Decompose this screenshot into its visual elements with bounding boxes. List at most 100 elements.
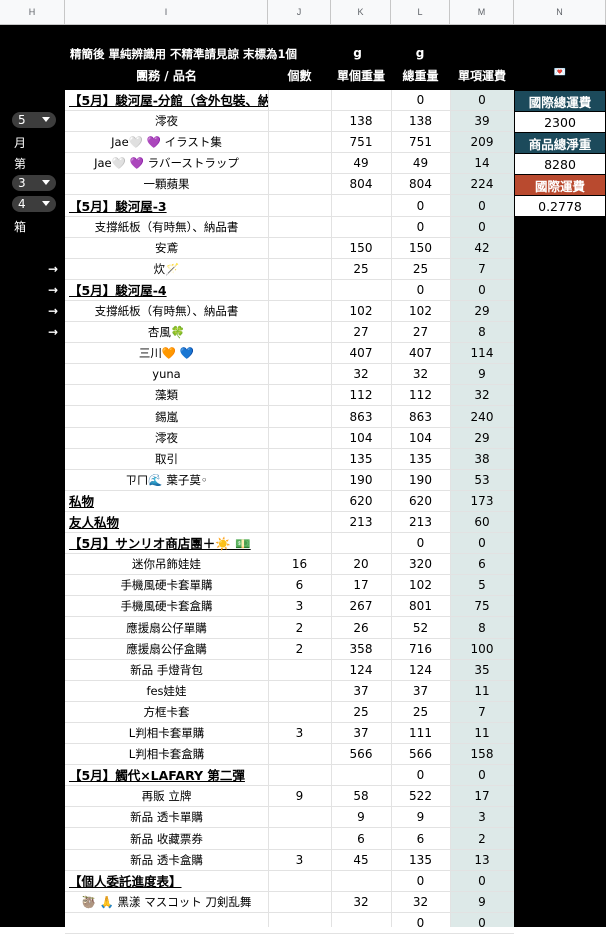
item-name-cell[interactable]: 【個人委託進度表】 [65,871,268,892]
total-weight-cell[interactable]: 49 [391,153,450,174]
item-name-cell[interactable]: 私物 [65,491,268,512]
unit-weight-cell[interactable]: 407 [331,343,391,364]
qty-cell[interactable] [268,681,331,702]
unit-weight-cell[interactable] [331,765,391,786]
table-row[interactable]: 支撐紙板（有時無）、納品書 102 102 29 [65,301,514,322]
total-weight-cell[interactable]: 0 [391,533,450,554]
table-row[interactable]: 錫嵐 863 863 240 [65,407,514,428]
column-header-i[interactable]: I [65,0,268,25]
qty-cell[interactable]: 6 [268,575,331,596]
item-name-cell[interactable]: 友人私物 [65,512,268,533]
shipping-cell[interactable]: 0 [450,533,514,554]
unit-weight-cell[interactable] [331,196,391,217]
shipping-cell[interactable]: 5 [450,575,514,596]
total-weight-cell[interactable]: 9 [391,807,450,828]
column-header-l[interactable]: L [391,0,450,25]
qty-cell[interactable] [268,660,331,681]
total-weight-cell[interactable]: 25 [391,259,450,280]
shipping-cell[interactable]: 38 [450,449,514,470]
qty-cell[interactable] [268,829,331,850]
unit-weight-cell[interactable] [331,90,391,111]
table-row[interactable]: 手機風硬卡套單購 6 17 102 5 [65,575,514,597]
item-name-cell[interactable]: 新品 透卡盒購 [65,850,268,871]
shipping-cell[interactable]: 100 [450,639,514,660]
unit-weight-cell[interactable]: 135 [331,449,391,470]
table-row[interactable]: ㄗㄇ🌊 葉子莫◦ 190 190 53 [65,470,514,491]
table-row[interactable]: 澪夜 104 104 29 [65,428,514,449]
qty-cell[interactable] [268,322,331,343]
qty-cell[interactable] [268,428,331,449]
table-row[interactable]: 🦥 🙏 黑漾 マスコット 刀剣乱舞 32 32 9 [65,892,514,913]
section-row[interactable]: 【5月】サンリオ商店團＋☀️ 💵 0 0 [65,533,514,555]
unit-weight-cell[interactable]: 25 [331,702,391,723]
shipping-cell[interactable]: 3 [450,807,514,828]
total-weight-cell[interactable]: 102 [391,575,450,596]
column-header-m[interactable]: M [450,0,514,25]
unit-weight-cell[interactable] [331,280,391,301]
qty-cell[interactable] [268,744,331,765]
qty-cell[interactable] [268,449,331,470]
unit-weight-cell[interactable]: 190 [331,470,391,491]
qty-cell[interactable] [268,512,331,533]
table-row[interactable]: 新品 透卡單購 9 9 3 [65,807,514,829]
section-row[interactable]: 【5月】駿河屋-3 0 0 [65,196,514,217]
shipping-cell[interactable]: 2 [450,829,514,850]
box-dropdown[interactable]: 4 [12,196,56,212]
unit-weight-cell[interactable]: 37 [331,681,391,702]
total-weight-cell[interactable]: 112 [391,385,450,406]
shipping-cell[interactable]: 11 [450,723,514,744]
unit-weight-cell[interactable]: 112 [331,385,391,406]
shipping-cell[interactable]: 32 [450,385,514,406]
item-name-cell[interactable]: ㄗㄇ🌊 葉子莫◦ [65,470,268,491]
total-weight-cell[interactable]: 566 [391,744,450,765]
section-row[interactable]: 【5月】駿河屋-4 0 0 [65,280,514,301]
qty-cell[interactable] [268,132,331,153]
qty-cell[interactable] [268,470,331,491]
item-name-cell[interactable]: 藻類 [65,385,268,406]
total-weight-cell[interactable]: 213 [391,512,450,533]
item-name-cell[interactable]: 【5月】觸代×LAFARY 第二彈 [65,765,268,786]
unit-weight-cell[interactable]: 58 [331,786,391,807]
unit-weight-cell[interactable]: 124 [331,660,391,681]
item-name-cell[interactable]: 新品 收藏票券 [65,829,268,850]
qty-cell[interactable] [268,871,331,892]
unit-weight-cell[interactable]: 32 [331,892,391,913]
item-name-cell[interactable]: 澪夜 [65,111,268,132]
total-weight-cell[interactable]: 522 [391,786,450,807]
qty-cell[interactable] [268,765,331,786]
unit-weight-cell[interactable]: 358 [331,639,391,660]
column-header-n[interactable]: N [514,0,606,25]
shipping-cell[interactable]: 53 [450,470,514,491]
shipping-cell[interactable]: 209 [450,132,514,153]
table-row[interactable]: 再販 立牌 9 58 522 17 [65,786,514,808]
shipping-cell[interactable]: 0 [450,280,514,301]
qty-cell[interactable]: 9 [268,786,331,807]
qty-cell[interactable]: 2 [268,639,331,660]
total-weight-cell[interactable]: 801 [391,596,450,617]
qty-cell[interactable] [268,807,331,828]
item-name-cell[interactable]: L判相卡套盒購 [65,744,268,765]
item-name-cell[interactable]: 手機風硬卡套單購 [65,575,268,596]
qty-cell[interactable] [268,491,331,512]
total-weight-cell[interactable]: 37 [391,681,450,702]
shipping-cell[interactable]: 0 [450,765,514,786]
item-name-cell[interactable]: 應援扇公仔單購 [65,618,268,639]
qty-cell[interactable] [268,364,331,385]
item-name-cell[interactable]: yuna [65,364,268,385]
qty-cell[interactable]: 2 [268,618,331,639]
item-name-cell[interactable]: Jae🤍 💜 ラバーストラップ [65,153,268,174]
total-weight-cell[interactable]: 124 [391,660,450,681]
item-name-cell[interactable]: 新品 手燈背包 [65,660,268,681]
unit-weight-cell[interactable]: 751 [331,132,391,153]
unit-weight-cell[interactable]: 267 [331,596,391,617]
shipping-cell[interactable]: 0 [450,871,514,892]
unit-weight-cell[interactable]: 32 [331,364,391,385]
table-row[interactable]: 00 [65,913,514,934]
item-name-cell[interactable]: 一顆蘋果 [65,174,268,195]
total-weight-cell[interactable]: 25 [391,702,450,723]
shipping-cell[interactable]: 8 [450,322,514,343]
table-row[interactable]: 取引 135 135 38 [65,449,514,470]
unit-weight-cell[interactable]: 17 [331,575,391,596]
table-row[interactable]: L判相卡套盒購 566 566 158 [65,744,514,766]
shipping-cell[interactable]: 14 [450,153,514,174]
